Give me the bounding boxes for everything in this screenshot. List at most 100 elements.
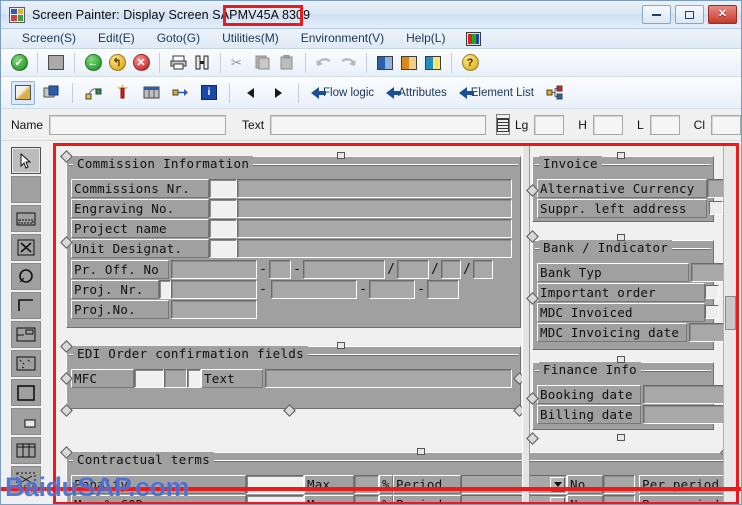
- chevron-down-icon[interactable]: [550, 477, 565, 492]
- field-unit-designat[interactable]: [237, 239, 512, 258]
- table-control-tool[interactable]: [11, 437, 41, 464]
- group-invoice[interactable]: Invoice Alternative Currency Suppr. left…: [532, 156, 736, 222]
- flow-logic-button[interactable]: Flow logic: [307, 81, 378, 105]
- color-palette-icon[interactable]: [466, 31, 482, 46]
- pane-splitter[interactable]: [522, 146, 530, 502]
- menu-help[interactable]: Help(L): [395, 29, 456, 48]
- menu-goto[interactable]: Goto(G): [146, 29, 211, 48]
- menu-edit[interactable]: Edit(E): [87, 29, 146, 48]
- text-input[interactable]: [270, 114, 486, 135]
- screen-designer-canvas[interactable]: Commission Information Commissions Nr. E…: [53, 143, 739, 504]
- window-cyan-icon[interactable]: [422, 52, 444, 74]
- maximize-button[interactable]: [675, 5, 704, 24]
- redo-icon[interactable]: [337, 52, 359, 74]
- field-pr-off-no-5[interactable]: [441, 260, 461, 279]
- group-commission-information[interactable]: Commission Information Commissions Nr. E…: [66, 156, 521, 328]
- field-spacer-mfc[interactable]: [134, 369, 164, 388]
- frame-group-box-tool[interactable]: [11, 292, 41, 319]
- field-max-cod-max[interactable]: [354, 495, 379, 502]
- input-output-field-tool[interactable]: [11, 205, 41, 232]
- selection-handle[interactable]: [337, 342, 345, 349]
- cl-input[interactable]: [711, 114, 741, 135]
- table-control-icon[interactable]: [139, 81, 164, 105]
- field-pr-off-no-3[interactable]: [303, 260, 385, 279]
- find-icon[interactable]: [191, 52, 213, 74]
- checkbox-suppr-left-address[interactable]: [709, 201, 723, 215]
- exit-icon[interactable]: ↰: [106, 52, 128, 74]
- group-bank-indicator[interactable]: Bank / Indicator Bank Typ Important orde…: [532, 240, 731, 350]
- field-spacer-5[interactable]: [159, 280, 171, 299]
- selection-handle[interactable]: [337, 152, 345, 159]
- field-pr-off-no-1[interactable]: [171, 260, 257, 279]
- field-pr-off-no-2[interactable]: [269, 260, 291, 279]
- field-penalty-value[interactable]: [246, 475, 304, 494]
- selection-handle[interactable]: [617, 356, 625, 363]
- dictionary-fields-icon[interactable]: [168, 81, 193, 105]
- group-edi-order-confirmation[interactable]: EDI Order confirmation fields MFC Text: [66, 346, 521, 409]
- dictionary-icon[interactable]: [495, 114, 510, 135]
- close-button[interactable]: ✕: [708, 5, 737, 24]
- l-input[interactable]: [649, 114, 680, 135]
- canvas-vertical-scrollbar[interactable]: [723, 146, 736, 502]
- group-contractual-terms[interactable]: Contractual terms Penalty Max. % Period.…: [66, 452, 733, 502]
- field-booking-date[interactable]: [643, 385, 731, 404]
- field-project-name[interactable]: [237, 219, 512, 238]
- field-penalty-no[interactable]: [603, 475, 635, 494]
- tabstrip-tool[interactable]: [11, 350, 41, 377]
- checkbox-tool[interactable]: [11, 234, 41, 261]
- copy-icon[interactable]: [252, 52, 274, 74]
- custom-control-tool[interactable]: [11, 466, 41, 493]
- checkbox-important-order[interactable]: [705, 285, 719, 299]
- field-commissions-nr[interactable]: [237, 179, 512, 198]
- help-icon[interactable]: ?: [459, 52, 481, 74]
- field-proj-nr-4[interactable]: [427, 280, 459, 299]
- chevron-down-icon[interactable]: [550, 497, 565, 502]
- undo-icon[interactable]: [313, 52, 335, 74]
- back-icon[interactable]: ←: [82, 52, 104, 74]
- previous-screen-icon[interactable]: [238, 81, 262, 105]
- attributes-button[interactable]: Attributes: [382, 81, 451, 105]
- selection-handle[interactable]: [417, 448, 425, 455]
- selection-handle[interactable]: [617, 434, 625, 441]
- box-tool[interactable]: [11, 408, 41, 435]
- field-spacer-4[interactable]: [209, 239, 237, 258]
- field-engraving-no[interactable]: [237, 199, 512, 218]
- save-icon[interactable]: [45, 52, 67, 74]
- menu-environment[interactable]: Environment(V): [290, 29, 395, 48]
- field-pr-off-no-6[interactable]: [473, 260, 493, 279]
- print-icon[interactable]: [167, 52, 189, 74]
- new-window-icon[interactable]: [39, 81, 64, 105]
- field-spacer-2[interactable]: [209, 199, 237, 218]
- text-field-tool[interactable]: [11, 176, 41, 203]
- combo-max-cod-period[interactable]: [461, 495, 567, 502]
- cut-icon[interactable]: ✂: [228, 52, 250, 74]
- field-penalty-max[interactable]: [354, 475, 379, 494]
- name-input[interactable]: [49, 114, 227, 135]
- element-tree-icon[interactable]: [542, 81, 567, 105]
- group-finance-info[interactable]: Finance Info Booking date Billing date: [532, 362, 731, 430]
- selection-handle[interactable]: [617, 234, 625, 241]
- field-max-cod-no[interactable]: [603, 495, 635, 502]
- field-proj-nr-1[interactable]: [171, 280, 257, 299]
- enter-check-icon[interactable]: ✓: [8, 52, 30, 74]
- checkbox-mdc-invoiced[interactable]: [705, 305, 719, 319]
- field-pr-off-no-4[interactable]: [397, 260, 429, 279]
- window-blue-icon[interactable]: [374, 52, 396, 74]
- lg-input[interactable]: [534, 114, 565, 135]
- highlight-icon[interactable]: [110, 81, 135, 105]
- field-proj-nr-2[interactable]: [271, 280, 357, 299]
- minimize-button[interactable]: [642, 5, 671, 24]
- info-icon[interactable]: i: [197, 81, 221, 105]
- cancel-icon[interactable]: ✕: [130, 52, 152, 74]
- field-proj-no[interactable]: [171, 300, 257, 319]
- paste-icon[interactable]: [276, 52, 298, 74]
- next-screen-icon[interactable]: [266, 81, 290, 105]
- screen-layout-area[interactable]: Commission Information Commissions Nr. E…: [56, 146, 736, 502]
- menu-screen[interactable]: Screen(S): [11, 29, 87, 48]
- subscreen-tool[interactable]: [11, 321, 41, 348]
- field-spacer-1[interactable]: [209, 179, 237, 198]
- scrollbar-thumb[interactable]: [725, 296, 736, 330]
- pointer-tool[interactable]: [11, 147, 41, 174]
- radio-button-tool[interactable]: [11, 263, 41, 290]
- element-list-button[interactable]: Element List: [455, 81, 538, 105]
